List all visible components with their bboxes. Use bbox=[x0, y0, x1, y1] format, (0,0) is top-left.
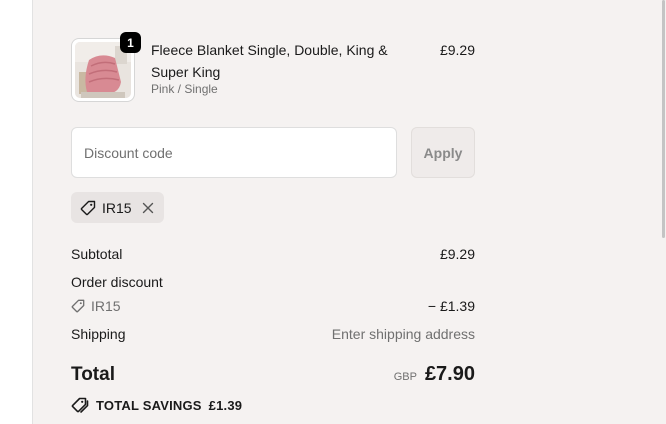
currency-code: GBP bbox=[393, 371, 417, 383]
shipping-value: Enter shipping address bbox=[331, 326, 475, 342]
subtotal-label: Subtotal bbox=[71, 246, 123, 262]
product-price: £9.29 bbox=[439, 42, 475, 58]
quantity-badge: 1 bbox=[120, 32, 141, 53]
order-discount-code: IR15 bbox=[71, 298, 121, 314]
apply-discount-button[interactable]: Apply bbox=[411, 127, 475, 178]
total-savings-label: TOTAL SAVINGS bbox=[96, 397, 202, 413]
applied-discount-code: IR15 bbox=[102, 199, 132, 216]
tag-icon bbox=[80, 200, 96, 216]
total-savings-value: £1.39 bbox=[208, 397, 243, 413]
discount-code-input[interactable] bbox=[71, 127, 397, 178]
main-checkout-pane bbox=[0, 0, 33, 424]
product-variant: Pink / Single bbox=[151, 82, 218, 96]
total-amount: £7.90 bbox=[424, 363, 475, 385]
total-savings: TOTAL SAVINGS £1.39 bbox=[71, 397, 242, 413]
remove-discount-icon[interactable] bbox=[141, 201, 155, 215]
shipping-label: Shipping bbox=[71, 326, 126, 342]
order-discount-label: Order discount bbox=[71, 274, 163, 290]
scrollbar[interactable] bbox=[660, 0, 666, 424]
product-name: Fleece Blanket Single, Double, King & Su… bbox=[151, 42, 388, 80]
order-discount-code-text: IR15 bbox=[91, 298, 121, 314]
total-value-group: GBP £7.90 bbox=[394, 363, 475, 386]
tag-icon bbox=[71, 299, 85, 313]
subtotal-value: £9.29 bbox=[439, 246, 475, 262]
applied-discount-chip: IR15 bbox=[71, 192, 164, 223]
total-label: Total bbox=[71, 364, 115, 385]
savings-tag-icon bbox=[71, 397, 89, 413]
scrollbar-thumb[interactable] bbox=[662, 0, 665, 238]
order-discount-value: − £1.39 bbox=[427, 298, 475, 314]
